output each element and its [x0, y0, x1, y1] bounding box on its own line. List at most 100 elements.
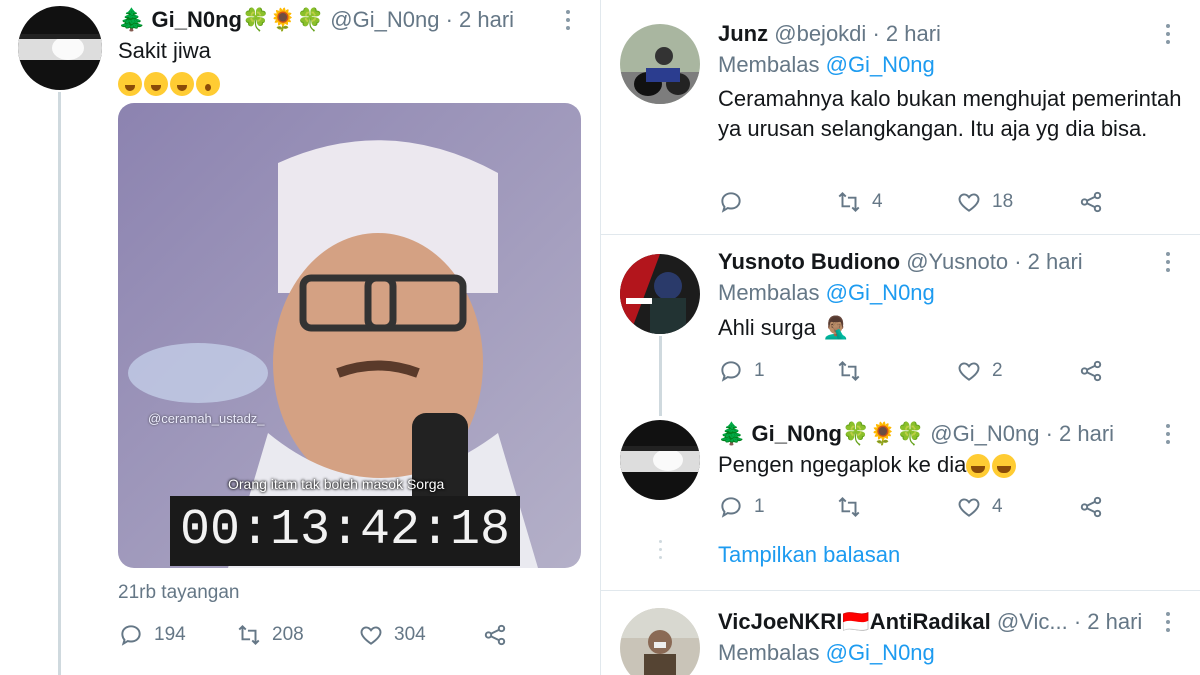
- more-icon[interactable]: [1158, 422, 1178, 446]
- retweet-count: 4: [872, 191, 883, 212]
- reply-time[interactable]: 2 hari: [1087, 609, 1142, 634]
- author-handle[interactable]: @Gi_N0ng: [330, 7, 439, 32]
- more-icon[interactable]: [558, 8, 578, 32]
- reply-author-name[interactable]: VicJoeNKRI🇮🇩AntiRadikal: [718, 609, 991, 634]
- share-button[interactable]: [1078, 494, 1114, 520]
- like-count: 304: [394, 624, 426, 645]
- more-icon[interactable]: [1158, 22, 1178, 46]
- main-tweet-panel: 🌲 Gi_N0ng🍀🌻🍀 @Gi_N0ng · 2 hari Sakit jiw…: [0, 0, 600, 675]
- retweet-count: 208: [272, 624, 304, 645]
- reply-button[interactable]: 1: [718, 358, 836, 384]
- reply-author-name[interactable]: Junz: [718, 21, 768, 46]
- divider: [600, 234, 1200, 235]
- reply-button[interactable]: [718, 189, 836, 215]
- video-caption: Orang itam tak boleh masok Sorga: [228, 476, 445, 492]
- like-count: 18: [992, 191, 1014, 212]
- reply-icon: [721, 192, 741, 213]
- astonished-emoji-icon: [196, 72, 220, 97]
- author-name-row: 🌲 Gi_N0ng🍀🌻🍀 @Gi_N0ng · 2 hari: [118, 6, 514, 34]
- tweet-text: Sakit jiwa: [118, 38, 211, 63]
- reply-button[interactable]: 1: [718, 494, 836, 520]
- separator: ·: [1014, 249, 1022, 274]
- view-count: 21rb tayangan: [118, 582, 240, 603]
- reply-icon: [721, 497, 741, 518]
- reply-avatar[interactable]: [620, 24, 700, 104]
- retweet-button[interactable]: [836, 358, 956, 384]
- separator: ·: [1073, 609, 1082, 634]
- replying-mention[interactable]: @Gi_N0ng: [826, 640, 935, 665]
- reply-count: 1: [754, 496, 765, 517]
- thread-line: [58, 92, 61, 675]
- laughing-emoji-icon: [992, 454, 1017, 479]
- replying-to: Membalas @Gi_N0ng: [718, 280, 935, 306]
- reply-text-content: Pengen ngegaplok ke dia: [718, 452, 967, 477]
- reply-button[interactable]: 194: [118, 622, 236, 648]
- like-icon: [958, 362, 980, 381]
- like-icon: [360, 626, 382, 645]
- reply-author-handle[interactable]: @Vic...: [997, 609, 1068, 634]
- reply-author-name[interactable]: 🌲 Gi_N0ng🍀🌻🍀: [718, 421, 924, 446]
- like-icon: [958, 193, 980, 212]
- like-button[interactable]: 18: [956, 189, 1078, 215]
- retweet-icon: [838, 191, 860, 213]
- reply-avatar[interactable]: [620, 420, 700, 500]
- reply-author-name[interactable]: Yusnoto Budiono: [718, 249, 900, 274]
- author-avatar[interactable]: [18, 6, 102, 90]
- reply-author-handle[interactable]: @bejokdi: [774, 21, 866, 46]
- more-icon[interactable]: [1158, 610, 1178, 634]
- reply-actions: 1 2: [718, 358, 1114, 384]
- share-button[interactable]: [1078, 358, 1114, 384]
- reply-actions: 4 18: [718, 189, 1114, 215]
- like-count: 2: [992, 360, 1003, 381]
- share-button[interactable]: [482, 622, 518, 648]
- video-watermark: @ceramah_ustadz_: [148, 411, 265, 426]
- weary-emoji-icon: [144, 72, 168, 97]
- reply-text: Ceramahnya kalo bukan menghujat pemerint…: [718, 86, 1182, 141]
- replying-mention[interactable]: @Gi_N0ng: [826, 280, 935, 305]
- tweet-time[interactable]: 2 hari: [459, 7, 514, 32]
- reply-author-handle[interactable]: @Yusnoto: [906, 249, 1008, 274]
- video-timecode: 00:13:42:18: [170, 496, 520, 566]
- share-icon: [484, 624, 506, 646]
- like-count: 4: [992, 496, 1003, 517]
- like-button[interactable]: 2: [956, 358, 1078, 384]
- reply-name-row: Yusnoto Budiono @Yusnoto · 2 hari: [718, 248, 1083, 276]
- reply-count: 194: [154, 624, 186, 645]
- share-button[interactable]: [1078, 189, 1114, 215]
- weary-emoji-icon: [170, 72, 194, 97]
- retweet-button[interactable]: 4: [836, 189, 956, 215]
- show-replies-link[interactable]: Tampilkan balasan: [718, 542, 900, 568]
- reply-time[interactable]: 2 hari: [1059, 421, 1114, 446]
- tweet-video[interactable]: @ceramah_ustadz_ Orang itam tak boleh ma…: [118, 103, 581, 568]
- retweet-button[interactable]: 208: [236, 622, 358, 648]
- author-name[interactable]: 🌲 Gi_N0ng🍀🌻🍀: [118, 7, 324, 32]
- more-icon[interactable]: [1158, 250, 1178, 274]
- reply-text: Ahli surga 🤦🏽‍♂️: [718, 315, 850, 340]
- retweet-button[interactable]: [836, 494, 956, 520]
- reply-count: 1: [754, 360, 765, 381]
- laughing-emoji-icon: [966, 454, 991, 479]
- replying-mention[interactable]: @Gi_N0ng: [826, 52, 935, 77]
- reply-icon: [721, 361, 741, 382]
- replying-label: Membalas: [718, 280, 820, 305]
- reply-name-row: VicJoeNKRI🇮🇩AntiRadikal @Vic... · 2 hari: [718, 608, 1142, 636]
- like-button[interactable]: 4: [956, 494, 1078, 520]
- divider: [600, 590, 1200, 591]
- retweet-icon: [838, 496, 860, 518]
- replying-label: Membalas: [718, 640, 820, 665]
- separator: ·: [872, 21, 880, 46]
- reply-avatar[interactable]: [620, 254, 700, 334]
- like-button[interactable]: 304: [358, 622, 482, 648]
- thread-dots: [659, 540, 662, 564]
- reply-icon: [121, 625, 141, 646]
- thread-line: [659, 336, 662, 416]
- reply-author-handle[interactable]: @Gi_N0ng: [930, 421, 1039, 446]
- retweet-icon: [238, 624, 260, 646]
- separator: ·: [445, 7, 453, 32]
- replying-label: Membalas: [718, 52, 820, 77]
- reply-name-row: 🌲 Gi_N0ng🍀🌻🍀 @Gi_N0ng · 2 hari: [718, 420, 1114, 448]
- reply-time[interactable]: 2 hari: [1028, 249, 1083, 274]
- like-icon: [958, 498, 980, 517]
- reply-time[interactable]: 2 hari: [886, 21, 941, 46]
- replying-to: Membalas @Gi_N0ng: [718, 640, 935, 666]
